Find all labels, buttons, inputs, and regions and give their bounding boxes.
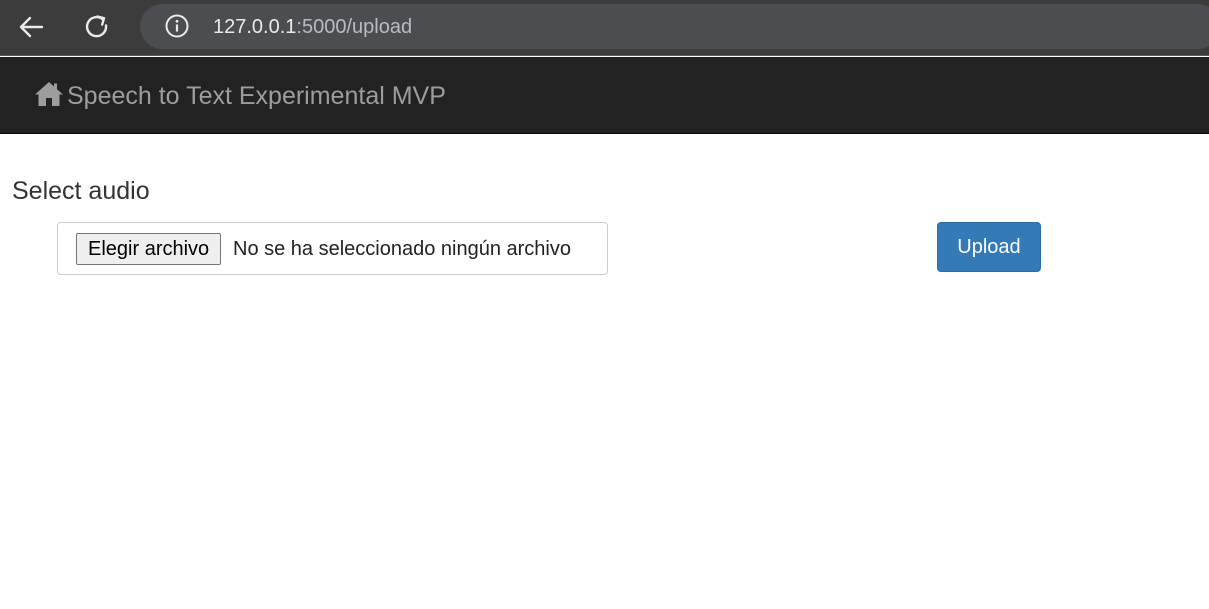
- file-input-field[interactable]: Elegir archivo No se ha seleccionado nin…: [57, 222, 608, 275]
- url-host: 127.0.0.1: [213, 16, 297, 38]
- back-button[interactable]: [11, 8, 51, 46]
- choose-file-button[interactable]: Elegir archivo: [76, 233, 222, 265]
- home-icon: [35, 82, 63, 106]
- reload-button[interactable]: [77, 8, 117, 46]
- url-text[interactable]: 127.0.0.1:5000/upload: [213, 16, 412, 38]
- url-path: :5000/upload: [296, 16, 413, 38]
- browser-toolbar: 127.0.0.1:5000/upload: [0, 0, 1209, 56]
- file-status-text: No se ha seleccionado ningún archivo: [233, 238, 571, 260]
- brand-link[interactable]: Speech to Text Experimental MVP: [34, 81, 446, 111]
- reload-icon: [85, 15, 108, 38]
- page-heading: Select audio: [12, 177, 150, 205]
- brand-title: Speech to Text Experimental MVP: [67, 82, 446, 110]
- app-navbar: Speech to Text Experimental MVP: [0, 57, 1209, 134]
- arrow-left-icon: [19, 16, 44, 38]
- upload-button[interactable]: Upload: [937, 222, 1041, 272]
- address-bar[interactable]: 127.0.0.1:5000/upload: [140, 4, 1209, 49]
- info-icon[interactable]: [165, 14, 189, 38]
